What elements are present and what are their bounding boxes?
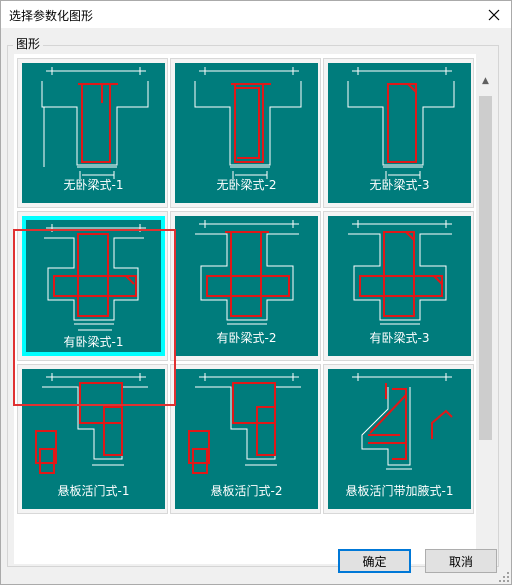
close-icon xyxy=(488,9,500,21)
resize-grip-icon[interactable] xyxy=(499,572,509,582)
cancel-button[interactable]: 取消 xyxy=(425,549,497,573)
tile-label: 悬板活门式-2 xyxy=(210,484,283,498)
tile-beam-with-lintel-1[interactable]: 有卧梁式-1 xyxy=(17,211,168,361)
tile-label: 有卧梁式-1 xyxy=(63,335,124,349)
tile-label: 无卧梁式-2 xyxy=(216,178,277,192)
tile-art: 有卧梁式-1 xyxy=(22,216,165,356)
tile-cantilever-slab-door-haunch-1[interactable]: 悬板活门带加腋式-1 xyxy=(323,364,474,514)
title-bar: 选择参数化图形 xyxy=(0,0,512,28)
tile-beam-without-lintel-1[interactable]: 无卧梁式-1 xyxy=(17,58,168,208)
tile-beam-with-lintel-3[interactable]: 有卧梁式-3 xyxy=(323,211,474,361)
tile-art: 悬板活门式-1 xyxy=(22,369,165,509)
ok-button[interactable]: 确定 xyxy=(338,549,411,573)
tile-label: 无卧梁式-3 xyxy=(369,178,430,192)
tile-art: 有卧梁式-3 xyxy=(328,216,471,356)
tile-art: 有卧梁式-2 xyxy=(175,216,318,356)
scroll-thumb[interactable] xyxy=(479,96,492,440)
tile-art: 悬板活门带加腋式-1 xyxy=(328,369,471,509)
tile-art: 无卧梁式-2 xyxy=(175,63,318,203)
tile-cantilever-slab-door-1[interactable]: 悬板活门式-1 xyxy=(17,364,168,514)
tile-label: 悬板活门式-1 xyxy=(57,484,130,498)
close-button[interactable] xyxy=(477,1,511,29)
group-label: 图形 xyxy=(13,35,44,52)
tile-label: 悬板活门带加腋式-1 xyxy=(345,484,454,498)
tile-art: 悬板活门式-2 xyxy=(175,369,318,509)
tile-beam-without-lintel-3[interactable]: 无卧梁式-3 xyxy=(323,58,474,208)
tile-label: 无卧梁式-1 xyxy=(63,178,124,192)
window-title: 选择参数化图形 xyxy=(9,9,94,23)
shape-gallery[interactable]: 无卧梁式-1 无卧梁式-2 无卧梁式-3 有卧梁式-1 有卧梁式-2 有卧梁式-… xyxy=(14,54,476,564)
tile-beam-with-lintel-2[interactable]: 有卧梁式-2 xyxy=(170,211,321,361)
tile-label: 有卧梁式-2 xyxy=(216,331,277,345)
vertical-scrollbar[interactable]: ▲ ▼ xyxy=(477,72,494,566)
tile-art: 无卧梁式-3 xyxy=(328,63,471,203)
scroll-up-icon[interactable]: ▲ xyxy=(477,72,494,89)
dialog-body: 图形 无卧梁式-1 无卧梁式-2 无卧梁式-3 有卧梁式-1 有卧梁式-2 有卧… xyxy=(0,28,512,585)
tile-beam-without-lintel-2[interactable]: 无卧梁式-2 xyxy=(170,58,321,208)
tile-art: 无卧梁式-1 xyxy=(22,63,165,203)
tile-label: 有卧梁式-3 xyxy=(369,331,430,345)
tile-cantilever-slab-door-2[interactable]: 悬板活门式-2 xyxy=(170,364,321,514)
